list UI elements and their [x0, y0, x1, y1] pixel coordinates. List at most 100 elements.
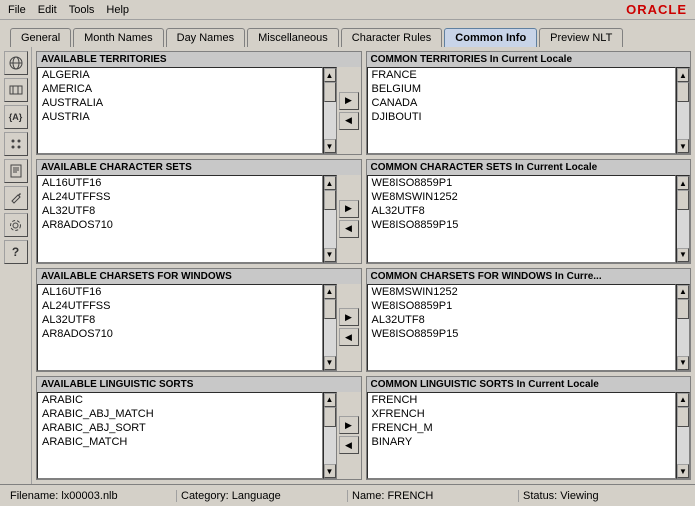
list-item[interactable]: AL32UTF8	[368, 313, 676, 327]
sidebar-btn-cog[interactable]	[4, 213, 28, 237]
list-avail-charsets-windows[interactable]: AL16UTF16 AL24UTFFSS AL32UTF8 AR8ADOS710	[37, 284, 323, 371]
scrollbar-common-ling-sorts[interactable]: ▲ ▼	[676, 392, 690, 479]
arrow-left-btn[interactable]: ◀	[339, 112, 359, 130]
menubar: File Edit Tools Help ORACLE	[0, 0, 695, 20]
scrollbar-common-charsets-windows[interactable]: ▲ ▼	[676, 284, 690, 371]
arrow-right-btn[interactable]: ▶	[339, 416, 359, 434]
tab-character-rules[interactable]: Character Rules	[341, 28, 442, 47]
sidebar-btn-dots[interactable]	[4, 132, 28, 156]
list-item[interactable]: ARABIC	[38, 393, 322, 407]
list-item[interactable]: WE8ISO8859P15	[368, 327, 676, 341]
sidebar-btn-map[interactable]	[4, 78, 28, 102]
list-item[interactable]: AR8ADOS710	[38, 218, 322, 232]
list-item[interactable]: AL32UTF8	[38, 313, 322, 327]
arrow-right-btn[interactable]: ▶	[339, 200, 359, 218]
list-item[interactable]: AUSTRIA	[38, 110, 322, 124]
scroll-up-btn[interactable]: ▲	[677, 68, 689, 82]
list-item[interactable]: AL24UTFFSS	[38, 299, 322, 313]
list-item[interactable]: AL32UTF8	[38, 204, 322, 218]
sidebar-btn-pencil[interactable]	[4, 186, 28, 210]
charsets-windows-arrow-buttons: ▶ ◀	[337, 284, 361, 371]
list-item[interactable]: AL16UTF16	[38, 176, 322, 190]
panel-common-territories: COMMON TERRITORIES In Current Locale FRA…	[366, 51, 692, 155]
list-item[interactable]: CANADA	[368, 96, 676, 110]
scrollbar-avail-charsets-windows[interactable]: ▲ ▼	[323, 284, 337, 371]
scroll-up-btn[interactable]: ▲	[677, 393, 689, 407]
arrow-left-btn[interactable]: ◀	[339, 328, 359, 346]
panel-common-charsets-windows-title: COMMON CHARSETS FOR WINDOWS In Curre...	[367, 269, 691, 284]
scroll-down-btn[interactable]: ▼	[677, 464, 689, 478]
list-item[interactable]: DJIBOUTI	[368, 110, 676, 124]
list-common-territories[interactable]: FRANCE BELGIUM CANADA DJIBOUTI	[367, 67, 677, 154]
list-common-charsets-windows[interactable]: WE8MSWIN1252 WE8ISO8859P1 AL32UTF8 WE8IS…	[367, 284, 677, 371]
list-item[interactable]: AL16UTF16	[38, 285, 322, 299]
list-item[interactable]: ALGERIA	[38, 68, 322, 82]
tab-common-info[interactable]: Common Info	[444, 28, 537, 47]
list-item[interactable]: FRANCE	[368, 68, 676, 82]
list-avail-ling-sorts[interactable]: ARABIC ARABIC_ABJ_MATCH ARABIC_ABJ_SORT …	[37, 392, 323, 479]
list-item[interactable]: BELGIUM	[368, 82, 676, 96]
list-item[interactable]: WE8MSWIN1252	[368, 190, 676, 204]
list-common-charsets[interactable]: WE8ISO8859P1 WE8MSWIN1252 AL32UTF8 WE8IS…	[367, 175, 677, 262]
list-item[interactable]: ARABIC_ABJ_SORT	[38, 421, 322, 435]
menu-tools[interactable]: Tools	[69, 4, 95, 16]
sidebar-btn-page[interactable]	[4, 159, 28, 183]
menu-help[interactable]: Help	[106, 4, 129, 16]
arrow-right-btn[interactable]: ▶	[339, 92, 359, 110]
scroll-up-btn[interactable]: ▲	[324, 176, 336, 190]
tab-month-names[interactable]: Month Names	[73, 28, 163, 47]
panel-avail-ling-sorts: AVAILABLE LINGUISTIC SORTS ARABIC ARABIC…	[36, 376, 362, 480]
list-item[interactable]: WE8MSWIN1252	[368, 285, 676, 299]
scroll-down-btn[interactable]: ▼	[677, 139, 689, 153]
list-common-ling-sorts[interactable]: FRENCH XFRENCH FRENCH_M BINARY	[367, 392, 677, 479]
list-item[interactable]: ARABIC_ABJ_MATCH	[38, 407, 322, 421]
scroll-down-btn[interactable]: ▼	[324, 356, 336, 370]
scroll-up-btn[interactable]: ▲	[324, 285, 336, 299]
scrollbar-avail-charsets[interactable]: ▲ ▼	[323, 175, 337, 262]
scrollbar-common-territories[interactable]: ▲ ▼	[676, 67, 690, 154]
sidebar-btn-globe[interactable]	[4, 51, 28, 75]
scroll-up-btn[interactable]: ▲	[677, 176, 689, 190]
arrow-right-btn[interactable]: ▶	[339, 308, 359, 326]
statusbar-status: Status: Viewing	[519, 490, 689, 502]
scrollbar-common-charsets[interactable]: ▲ ▼	[676, 175, 690, 262]
menu-file[interactable]: File	[8, 4, 26, 16]
scroll-down-btn[interactable]: ▼	[324, 464, 336, 478]
list-item[interactable]: ARABIC_MATCH	[38, 435, 322, 449]
scroll-up-btn[interactable]: ▲	[324, 68, 336, 82]
arrow-left-btn[interactable]: ◀	[339, 436, 359, 454]
list-item[interactable]: AR8ADOS710	[38, 327, 322, 341]
scroll-down-btn[interactable]: ▼	[324, 248, 336, 262]
scroll-down-btn[interactable]: ▼	[677, 356, 689, 370]
scroll-down-btn[interactable]: ▼	[324, 139, 336, 153]
tab-general[interactable]: General	[10, 28, 71, 47]
list-item[interactable]: FRENCH	[368, 393, 676, 407]
tab-miscellaneous[interactable]: Miscellaneous	[247, 28, 339, 47]
sidebar-btn-help[interactable]: ?	[4, 240, 28, 264]
list-item[interactable]: WE8ISO8859P1	[368, 176, 676, 190]
list-item[interactable]: AUSTRALIA	[38, 96, 322, 110]
tabbar: General Month Names Day Names Miscellane…	[4, 24, 691, 47]
panel-avail-territories-title: AVAILABLE TERRITORIES	[37, 52, 361, 67]
scrollbar-avail-territories[interactable]: ▲ ▼	[323, 67, 337, 154]
list-avail-charsets[interactable]: AL16UTF16 AL24UTFFSS AL32UTF8 AR8ADOS710	[37, 175, 323, 262]
list-item[interactable]: FRENCH_M	[368, 421, 676, 435]
list-item[interactable]: WE8ISO8859P15	[368, 218, 676, 232]
list-item[interactable]: WE8ISO8859P1	[368, 299, 676, 313]
list-avail-territories[interactable]: ALGERIA AMERICA AUSTRALIA AUSTRIA	[37, 67, 323, 154]
list-item[interactable]: AMERICA	[38, 82, 322, 96]
list-item[interactable]: AL24UTFFSS	[38, 190, 322, 204]
arrow-left-btn[interactable]: ◀	[339, 220, 359, 238]
list-item[interactable]: XFRENCH	[368, 407, 676, 421]
tab-day-names[interactable]: Day Names	[166, 28, 245, 47]
sidebar-btn-text[interactable]: {A}	[4, 105, 28, 129]
list-item[interactable]: AL32UTF8	[368, 204, 676, 218]
tab-preview-nlt[interactable]: Preview NLT	[539, 28, 623, 47]
list-item[interactable]: BINARY	[368, 435, 676, 449]
scrollbar-avail-ling-sorts[interactable]: ▲ ▼	[323, 392, 337, 479]
panel-avail-charsets-windows-title: AVAILABLE CHARSETS FOR WINDOWS	[37, 269, 361, 284]
scroll-up-btn[interactable]: ▲	[677, 285, 689, 299]
scroll-up-btn[interactable]: ▲	[324, 393, 336, 407]
menu-edit[interactable]: Edit	[38, 4, 57, 16]
scroll-down-btn[interactable]: ▼	[677, 248, 689, 262]
